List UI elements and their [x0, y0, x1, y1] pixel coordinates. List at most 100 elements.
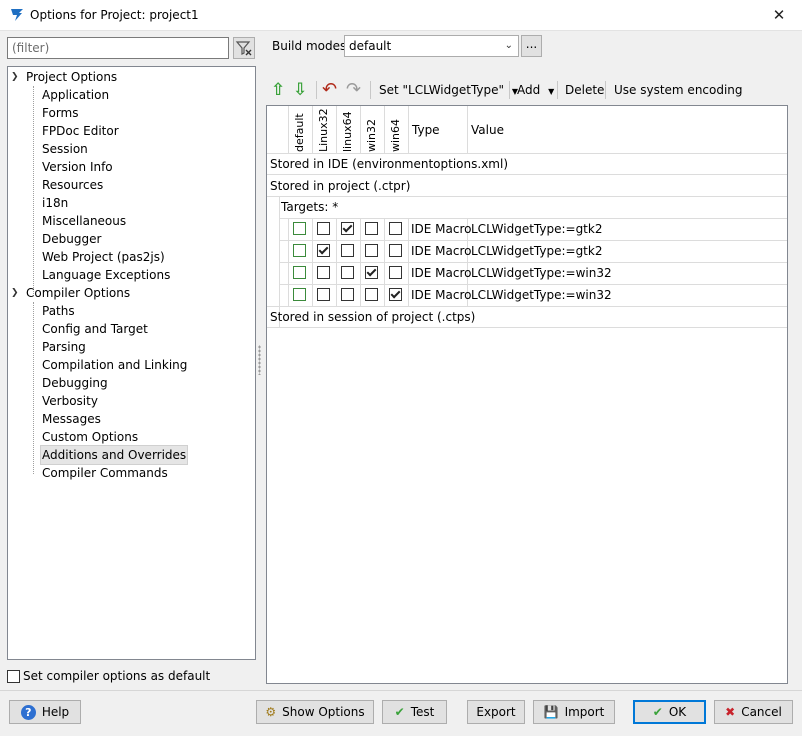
build-modes-more-button[interactable]: ...: [521, 35, 542, 57]
tree-item-i18n[interactable]: i18n: [41, 194, 69, 212]
row-value[interactable]: LCLWidgetType:=win32: [471, 263, 612, 283]
mode-checkbox-linux32[interactable]: [317, 266, 330, 279]
mode-checkbox-win64[interactable]: [389, 288, 402, 301]
mode-checkbox-default[interactable]: [293, 222, 306, 235]
check-icon: ✔: [394, 705, 405, 719]
mode-checkbox-win64[interactable]: [389, 222, 402, 235]
import-button[interactable]: 💾 Import: [533, 700, 615, 724]
title-bar: Options for Project: project1 ✕: [0, 0, 802, 31]
tree-item-compilation-and-linking[interactable]: Compilation and Linking: [41, 356, 188, 374]
col-header-type: Type: [412, 123, 440, 137]
row-type: IDE Macro: [411, 288, 472, 302]
tree-item-miscellaneous[interactable]: Miscellaneous: [41, 212, 127, 230]
filter-input[interactable]: (filter): [7, 37, 229, 59]
lazarus-app-icon: [11, 9, 23, 21]
check-icon: [390, 288, 401, 299]
options-tree[interactable]: ❯ Project Options Application Forms FPDo…: [7, 66, 256, 660]
tree-item-messages[interactable]: Messages: [41, 410, 102, 428]
group-stored-ide[interactable]: Stored in IDE (environmentoptions.xml): [270, 154, 508, 174]
mode-checkbox-win64[interactable]: [389, 244, 402, 257]
help-icon: ?: [20, 705, 36, 720]
gear-icon: ⚙: [265, 705, 277, 719]
move-down-icon[interactable]: ⇩: [293, 78, 307, 102]
row-type: IDE Macro: [411, 266, 472, 280]
delete-button[interactable]: Delete: [565, 78, 604, 102]
tree-item-session[interactable]: Session: [41, 140, 89, 158]
targets-row[interactable]: Targets: *: [281, 197, 338, 217]
col-header-win64: win64: [389, 118, 402, 152]
toolbar: ⇧ ⇩ ↶ ↷ Set "LCLWidgetType" ▼ Add ▼ Dele…: [266, 78, 788, 102]
check-icon: ✔: [652, 705, 663, 719]
tree-item-parsing[interactable]: Parsing: [41, 338, 87, 356]
tree-item-verbosity[interactable]: Verbosity: [41, 392, 99, 410]
mode-checkbox-linux32[interactable]: [317, 222, 330, 235]
show-options-button[interactable]: ⚙ Show Options: [256, 700, 374, 724]
mode-checkbox-default[interactable]: [293, 288, 306, 301]
set-widgettype-button[interactable]: Set "LCLWidgetType" ▼: [379, 78, 518, 102]
move-up-icon[interactable]: ⇧: [271, 78, 285, 102]
tree-item-language-exceptions[interactable]: Language Exceptions: [41, 266, 171, 284]
tree-item-compiler-commands[interactable]: Compiler Commands: [41, 464, 169, 482]
cancel-button[interactable]: ✖ Cancel: [714, 700, 793, 724]
mode-checkbox-linux32[interactable]: [317, 244, 330, 257]
filter-clear-icon: [235, 41, 252, 56]
mode-checkbox-win32[interactable]: [365, 288, 378, 301]
checkbox-box[interactable]: [7, 670, 20, 683]
overrides-grid[interactable]: default Linux32 linux64 win32 win64 Type…: [266, 105, 788, 684]
row-value[interactable]: LCLWidgetType:=win32: [471, 285, 612, 305]
export-button[interactable]: Export: [467, 700, 525, 724]
row-type: IDE Macro: [411, 244, 472, 258]
tree-item-resources[interactable]: Resources: [41, 176, 104, 194]
build-modes-value: default: [349, 39, 392, 53]
col-header-linux32: Linux32: [317, 108, 330, 152]
mode-checkbox-win32[interactable]: [365, 266, 378, 279]
mode-checkbox-linux64[interactable]: [341, 222, 354, 235]
tree-item-forms[interactable]: Forms: [41, 104, 79, 122]
mode-checkbox-win32[interactable]: [365, 222, 378, 235]
group-stored-session[interactable]: Stored in session of project (.ctps): [270, 307, 475, 327]
mode-checkbox-win64[interactable]: [389, 266, 402, 279]
mode-checkbox-linux64[interactable]: [341, 288, 354, 301]
help-button[interactable]: ? Help: [9, 700, 81, 724]
mode-checkbox-default[interactable]: [293, 244, 306, 257]
ok-button[interactable]: ✔ OK: [633, 700, 706, 724]
add-button[interactable]: Add ▼: [517, 78, 554, 102]
tree-item-application[interactable]: Application: [41, 86, 110, 104]
tree-item-debugging[interactable]: Debugging: [41, 374, 109, 392]
window-title: Options for Project: project1: [30, 8, 199, 22]
mode-checkbox-default[interactable]: [293, 266, 306, 279]
redo-icon[interactable]: ↷: [346, 78, 361, 102]
tree-item-debugger[interactable]: Debugger: [41, 230, 102, 248]
group-stored-project[interactable]: Stored in project (.ctpr): [270, 176, 410, 196]
tree-item-web-project[interactable]: Web Project (pas2js): [41, 248, 166, 266]
col-header-linux64: linux64: [341, 111, 354, 152]
mode-checkbox-win32[interactable]: [365, 244, 378, 257]
undo-icon[interactable]: ↶: [322, 78, 337, 102]
splitter-handle[interactable]: [258, 345, 261, 375]
set-default-label: Set compiler options as default: [23, 669, 211, 683]
collapse-arrow-icon[interactable]: ❯: [11, 284, 21, 302]
tree-item-custom-options[interactable]: Custom Options: [41, 428, 139, 446]
cancel-x-icon: ✖: [725, 705, 736, 719]
build-modes-label: Build modes: [272, 39, 347, 53]
clear-filter-button[interactable]: [233, 37, 255, 59]
build-modes-select[interactable]: default ⌄: [344, 35, 519, 57]
check-icon: [342, 222, 353, 233]
close-icon[interactable]: ✕: [756, 0, 802, 30]
check-icon: [366, 266, 377, 277]
use-system-encoding-button[interactable]: Use system encoding: [614, 78, 743, 102]
row-value[interactable]: LCLWidgetType:=gtk2: [471, 219, 602, 239]
mode-checkbox-linux64[interactable]: [341, 266, 354, 279]
mode-checkbox-linux32[interactable]: [317, 288, 330, 301]
tree-item-fpdoc-editor[interactable]: FPDoc Editor: [41, 122, 120, 140]
mode-checkbox-linux64[interactable]: [341, 244, 354, 257]
tree-item-version-info[interactable]: Version Info: [41, 158, 114, 176]
set-default-checkbox[interactable]: Set compiler options as default: [7, 669, 210, 683]
row-value[interactable]: LCLWidgetType:=gtk2: [471, 241, 602, 261]
collapse-arrow-icon[interactable]: ❯: [11, 68, 21, 86]
tree-item-additions-and-overrides[interactable]: Additions and Overrides: [39, 445, 189, 465]
col-header-win32: win32: [365, 118, 378, 152]
tree-item-paths[interactable]: Paths: [41, 302, 76, 320]
tree-item-config-and-target[interactable]: Config and Target: [41, 320, 149, 338]
test-button[interactable]: ✔ Test: [382, 700, 447, 724]
